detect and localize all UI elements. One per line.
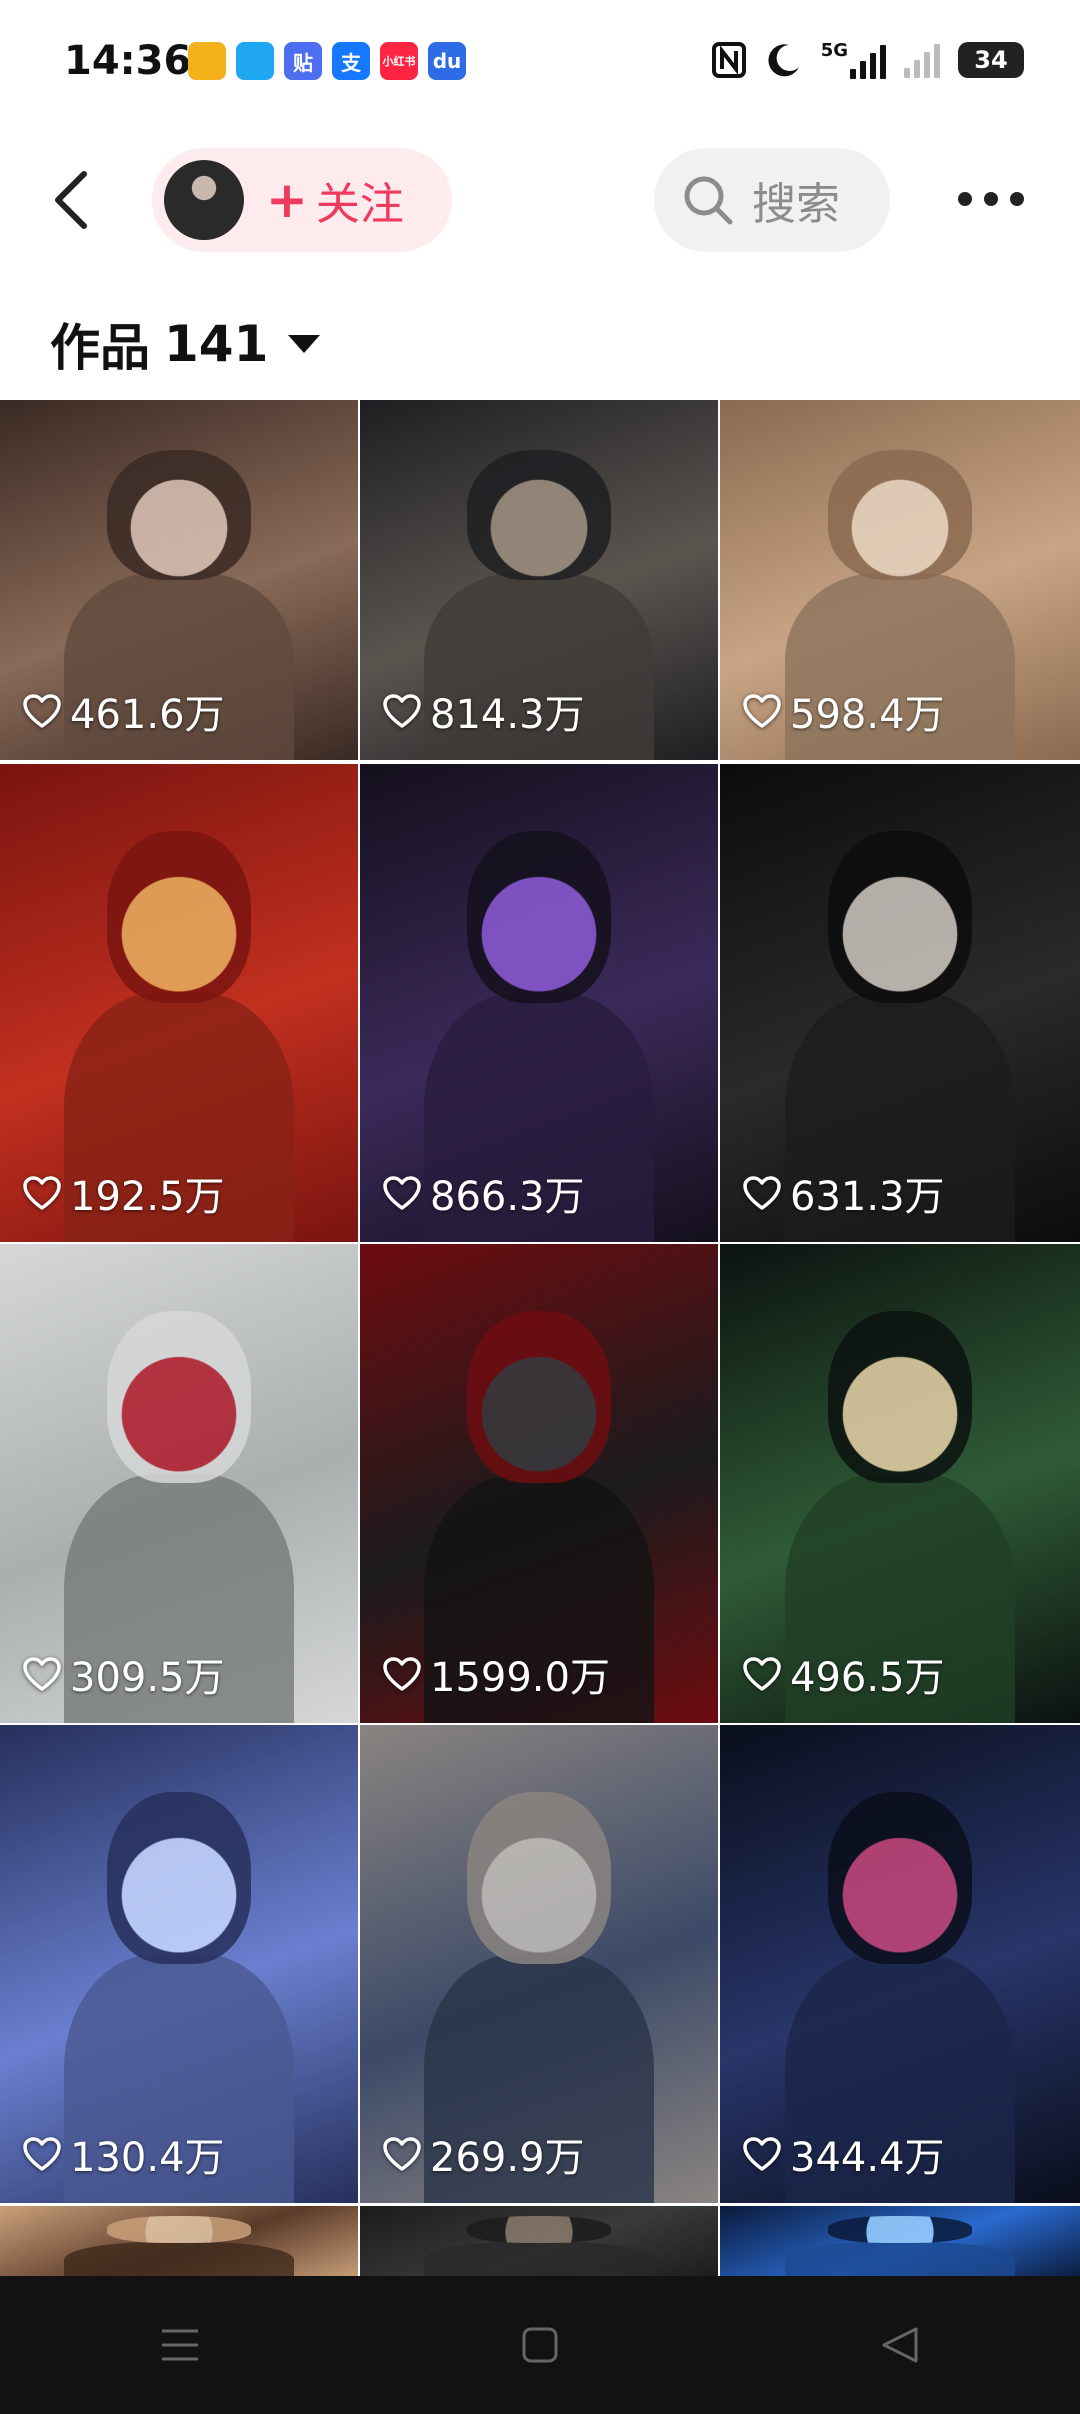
caret-down-icon — [288, 335, 321, 353]
like-count-value: 814.3万 — [430, 692, 585, 738]
heart-icon — [743, 1657, 781, 1691]
back-triangle-icon — [882, 2327, 918, 2363]
status-time: 14:36 — [64, 38, 192, 84]
like-count: 631.3万 — [742, 1164, 945, 1222]
baidu-icon: du — [428, 42, 466, 80]
like-count-value: 1599.0万 — [430, 1655, 610, 1701]
like-count-value: 309.5万 — [70, 1655, 225, 1701]
works-count: 141 — [164, 315, 269, 373]
battery-level: 34 — [958, 41, 1024, 78]
plus-icon: + — [266, 171, 308, 229]
heart-icon — [383, 694, 421, 728]
heart-icon — [383, 2137, 421, 2171]
like-count: 344.4万 — [742, 2125, 945, 2183]
play-icon — [236, 42, 274, 80]
works-sort-dropdown[interactable]: 作品 141 — [50, 308, 321, 380]
signal-sim2-icon — [904, 42, 940, 78]
video-tile[interactable] — [720, 2206, 1080, 2280]
like-count: 496.5万 — [742, 1645, 945, 1703]
heart-icon — [743, 2137, 781, 2171]
heart-icon — [383, 1657, 421, 1691]
signal-strength-icon — [850, 43, 886, 79]
video-tile[interactable]: 192.5万 — [0, 764, 358, 1242]
heart-icon — [23, 2137, 61, 2171]
profile-header: + 关注 搜索 — [0, 140, 1080, 260]
search-icon — [684, 176, 733, 225]
heart-icon — [383, 1176, 421, 1210]
avatar[interactable] — [164, 160, 244, 240]
video-tile[interactable]: 496.5万 — [720, 1244, 1080, 1723]
video-tile[interactable]: 598.4万 — [720, 400, 1080, 760]
more-icon — [958, 192, 972, 206]
weibo-icon — [188, 42, 226, 80]
video-tile[interactable]: 309.5万 — [0, 1244, 358, 1723]
like-count: 1599.0万 — [382, 1645, 610, 1703]
video-tile[interactable] — [0, 2206, 358, 2280]
video-tile[interactable]: 631.3万 — [720, 764, 1080, 1242]
video-tile[interactable]: 269.9万 — [360, 1725, 718, 2203]
like-count-value: 192.5万 — [70, 1174, 225, 1220]
like-count-value: 344.4万 — [790, 2135, 945, 2181]
home-square-icon — [522, 2327, 558, 2363]
alipay-icon: 支 — [332, 42, 370, 80]
like-count: 598.4万 — [742, 682, 945, 740]
works-label: 作品 — [50, 319, 150, 377]
menu-nav-button[interactable] — [150, 2315, 210, 2375]
back-nav-button[interactable] — [870, 2315, 930, 2375]
back-arrow-icon — [55, 171, 87, 229]
like-count-value: 866.3万 — [430, 1174, 585, 1220]
nfc-icon — [711, 41, 746, 78]
follow-label: 关注 — [315, 179, 404, 230]
heart-icon — [743, 1176, 781, 1210]
video-tile[interactable]: 461.6万 — [0, 400, 358, 760]
more-options-button[interactable] — [958, 184, 1028, 214]
like-count-value: 496.5万 — [790, 1655, 945, 1701]
search-button[interactable]: 搜索 — [654, 148, 890, 252]
heart-icon — [743, 694, 781, 728]
like-count: 866.3万 — [382, 1164, 585, 1222]
like-count-value: 461.6万 — [70, 692, 225, 738]
like-count: 461.6万 — [22, 682, 225, 740]
video-tile[interactable] — [360, 2206, 718, 2280]
video-tile[interactable]: 1599.0万 — [360, 1244, 718, 1723]
heart-icon — [23, 1657, 61, 1691]
system-icons: 5G 34 — [711, 40, 1024, 79]
heart-icon — [23, 1176, 61, 1210]
menu-icon — [162, 2329, 198, 2361]
video-tile[interactable]: 814.3万 — [360, 400, 718, 760]
moon-icon — [768, 43, 799, 76]
home-nav-button[interactable] — [510, 2315, 570, 2375]
notification-icons: 贴支小红书 du — [188, 42, 466, 80]
back-button[interactable] — [40, 166, 104, 234]
like-count-value: 598.4万 — [790, 692, 945, 738]
network-type: 5G — [820, 40, 848, 61]
video-tile[interactable]: 866.3万 — [360, 764, 718, 1242]
xiaohongshu-icon: 小红书 — [380, 42, 418, 80]
like-count: 309.5万 — [22, 1645, 225, 1703]
video-tile[interactable]: 130.4万 — [0, 1725, 358, 2203]
video-tile[interactable]: 344.4万 — [720, 1725, 1080, 2203]
follow-button[interactable]: + 关注 — [152, 148, 452, 252]
heart-icon — [23, 694, 61, 728]
like-count: 814.3万 — [382, 682, 585, 740]
system-nav-bar — [0, 2276, 1080, 2414]
like-count-value: 130.4万 — [70, 2135, 225, 2181]
tieba-icon: 贴 — [284, 42, 322, 80]
status-bar: 14:36 贴支小红书 du 5G 34 — [0, 0, 1080, 130]
search-placeholder: 搜索 — [752, 179, 840, 230]
like-count-value: 269.9万 — [430, 2135, 585, 2181]
like-count: 192.5万 — [22, 1164, 225, 1222]
like-count: 269.9万 — [382, 2125, 585, 2183]
like-count-value: 631.3万 — [790, 1174, 945, 1220]
like-count: 130.4万 — [22, 2125, 225, 2183]
